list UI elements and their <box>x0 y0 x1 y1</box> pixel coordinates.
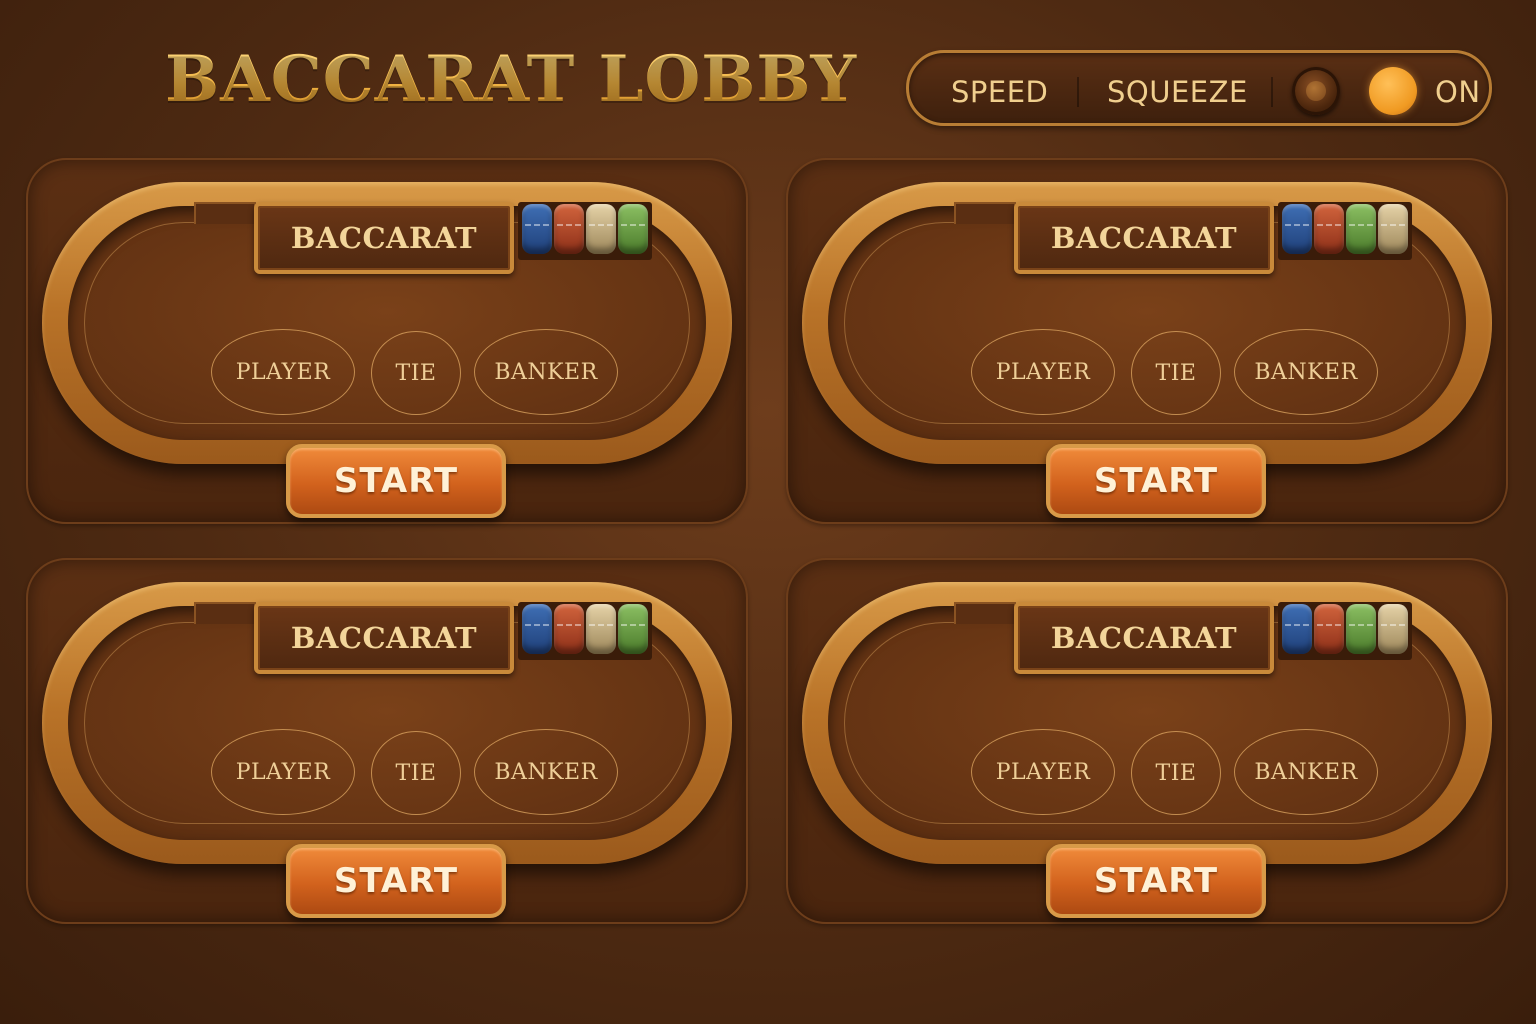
player-bet-area[interactable]: PLAYER <box>211 729 355 815</box>
blue-chip-icon <box>1282 604 1312 654</box>
start-button[interactable]: START <box>1046 844 1266 918</box>
start-button[interactable]: START <box>286 444 506 518</box>
table-panel-1: PLAYER TIE BANKER BACCARAT START <box>26 158 748 524</box>
squeeze-mode-option[interactable]: SQUEEZE <box>1107 75 1248 109</box>
sign-tab <box>954 602 1016 624</box>
mode-divider <box>1077 77 1079 107</box>
table-panel-3: PLAYER TIE BANKER BACCARAT START <box>26 558 748 924</box>
player-bet-area[interactable]: PLAYER <box>971 729 1115 815</box>
table-sign: BACCARAT <box>254 202 514 274</box>
toggle-indicator-icon[interactable] <box>1369 67 1417 115</box>
cream-chip-icon <box>586 204 616 254</box>
toggle-state-label: ON <box>1435 75 1481 109</box>
banker-bet-area[interactable]: BANKER <box>1234 329 1378 415</box>
chip-stack <box>1278 602 1412 660</box>
sign-tab <box>194 602 256 624</box>
start-button[interactable]: START <box>286 844 506 918</box>
cream-chip-icon <box>586 604 616 654</box>
mode-selector-bar: SPEED SQUEEZE ON <box>906 50 1492 126</box>
green-chip-icon <box>1346 204 1376 254</box>
green-chip-icon <box>618 204 648 254</box>
sign-tab <box>954 202 1016 224</box>
blue-chip-icon <box>522 604 552 654</box>
tie-bet-area[interactable]: TIE <box>1131 331 1221 415</box>
baccarat-lobby-page: BACCARAT LOBBY SPEED SQUEEZE ON PLAYER T… <box>0 0 1536 1024</box>
speed-mode-option[interactable]: SPEED <box>951 75 1048 109</box>
table-rail: PLAYER TIE BANKER BACCARAT START <box>802 182 1492 518</box>
green-chip-icon <box>1346 604 1376 654</box>
start-button[interactable]: START <box>1046 444 1266 518</box>
cream-chip-icon <box>1378 204 1408 254</box>
player-bet-area[interactable]: PLAYER <box>971 329 1115 415</box>
table-panel-2: PLAYER TIE BANKER BACCARAT START <box>786 158 1508 524</box>
red-chip-icon <box>1314 604 1344 654</box>
table-rail: PLAYER TIE BANKER BACCARAT START <box>42 182 732 518</box>
chip-stack <box>518 202 652 260</box>
tie-bet-area[interactable]: TIE <box>1131 731 1221 815</box>
mode-knob-icon[interactable] <box>1292 67 1340 115</box>
chip-stack <box>1278 202 1412 260</box>
red-chip-icon <box>554 604 584 654</box>
table-panel-4: PLAYER TIE BANKER BACCARAT START <box>786 558 1508 924</box>
page-title: BACCARAT LOBBY <box>165 42 858 117</box>
cream-chip-icon <box>1378 604 1408 654</box>
table-sign: BACCARAT <box>1014 202 1274 274</box>
banker-bet-area[interactable]: BANKER <box>1234 729 1378 815</box>
mode-divider <box>1271 77 1273 107</box>
red-chip-icon <box>554 204 584 254</box>
tie-bet-area[interactable]: TIE <box>371 331 461 415</box>
table-rail: PLAYER TIE BANKER BACCARAT START <box>42 582 732 918</box>
banker-bet-area[interactable]: BANKER <box>474 729 618 815</box>
table-sign: BACCARAT <box>1014 602 1274 674</box>
table-rail: PLAYER TIE BANKER BACCARAT START <box>802 582 1492 918</box>
chip-stack <box>518 602 652 660</box>
tie-bet-area[interactable]: TIE <box>371 731 461 815</box>
sign-tab <box>194 202 256 224</box>
player-bet-area[interactable]: PLAYER <box>211 329 355 415</box>
green-chip-icon <box>618 604 648 654</box>
blue-chip-icon <box>1282 204 1312 254</box>
red-chip-icon <box>1314 204 1344 254</box>
table-sign: BACCARAT <box>254 602 514 674</box>
banker-bet-area[interactable]: BANKER <box>474 329 618 415</box>
blue-chip-icon <box>522 204 552 254</box>
